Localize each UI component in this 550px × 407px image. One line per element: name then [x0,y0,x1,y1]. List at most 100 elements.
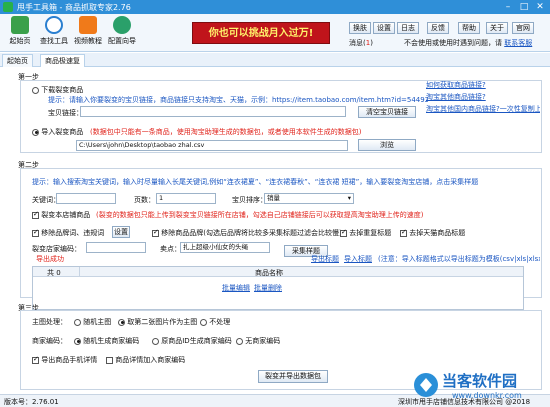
main-image-second-row[interactable]: 取第二张图片作为主图 [118,317,197,327]
log-button[interactable]: 日志 [397,22,419,34]
step2-hint: 提示：输入搜索淘宝关键词，输入时尽量输入长尾关键词,例如“连衣裙夏”、“连衣裙春… [32,178,479,186]
brand-settings-button[interactable]: 设置 [112,226,130,238]
sort-label: 宝贝排序： [232,196,267,204]
promo-banner[interactable]: 你也可以挑战月入过万! [192,22,330,44]
chk-mobile-detail[interactable] [32,355,39,364]
settings-button[interactable]: 设置 [373,22,395,34]
app-logo-icon [3,2,13,12]
chk-tmall-title[interactable] [400,228,407,237]
tab-product-fission[interactable]: 商品极速复 [40,54,85,67]
baby-link-label: 宝贝链接： [48,109,83,117]
help-tip-text: 不会使用或使用时遇到问题，请 [404,39,502,47]
radio-download-row[interactable]: 下载裂变商品 [32,85,83,95]
close-icon[interactable]: ✕ [532,1,548,13]
code-none-row[interactable]: 无商家编码 [236,336,280,346]
more-links-link[interactable]: 淘宝其他国内商品链接?一次性复制上传几个商品? [426,104,540,114]
radio-import-label: 导入裂变商品 [41,128,84,136]
radio-main-random[interactable] [74,318,81,326]
file-path-input[interactable]: C:\Users\john\Desktop\taobao zhal.csv [76,140,348,151]
code-original-row[interactable]: 原商品ID生成商家编码 [152,336,232,346]
radio-import-row[interactable]: 导入裂变商品 [32,127,83,137]
sell-point-label: 卖点： [160,245,181,253]
chk-add-code-row[interactable]: 商品详情加入商家编码 [106,355,185,365]
main-image-none-row[interactable]: 不处理 [200,317,230,327]
radio-main-random-label: 随机主图 [83,318,112,326]
import-title-link[interactable]: 导入标题 [344,254,372,264]
chk-dedupe[interactable] [340,228,347,237]
chk-fission-shop[interactable] [32,210,39,219]
tab-bar: 起始页 商品极速复 [0,53,550,67]
shop-code-input[interactable] [86,242,146,253]
toolbar-wizard-button[interactable]: 配置向导 [106,16,138,52]
toolbar-home-button[interactable]: 起始页 [4,16,36,52]
how-get-link[interactable]: 如何获取商品链接? [426,80,486,90]
help-button[interactable]: 帮助 [458,22,480,34]
chk-add-code-label: 商品详情加入商家编码 [115,356,186,364]
export-title-link[interactable]: 导出标题 [311,254,339,264]
baby-link-input[interactable] [80,106,346,117]
radio-code-random-label: 随机生成商家编码 [83,337,140,345]
radio-main-none[interactable] [200,318,207,326]
other-links-link[interactable]: 淘宝其他商品链接? [426,92,486,102]
toolbar-label: 查找工具 [40,37,68,45]
toolbar-find-tool-button[interactable]: 查找工具 [38,16,70,52]
export-success-text: 导出成功 [36,255,64,263]
toolbar-label: 视频教程 [74,37,102,45]
step1-hint: 提示：请输入你要裂变的宝贝链接，商品链接只支持淘宝、天猫，示例：https://… [48,95,428,105]
radio-code-random[interactable] [74,337,81,345]
chk-fission-shop-row[interactable]: 裂变本店铺商品 [32,210,90,220]
tab-label: 商品极速复 [45,57,80,65]
contact-support-link[interactable]: 联系客服 [504,39,532,47]
chk-tmall-title-row[interactable]: 去掉天猫商品标题 [400,228,465,238]
chk-add-code[interactable] [106,356,113,364]
sort-select[interactable]: 销量 ▾ [264,193,354,204]
radio-import[interactable] [32,128,39,136]
search-icon [45,16,63,34]
downkr-watermark-logo: 当客软件园 www.downkr.com [414,372,522,400]
toolbar-video-button[interactable]: 视频教程 [72,16,104,52]
radio-download[interactable] [32,86,39,94]
maximize-icon[interactable]: □ [516,1,532,13]
batch-delete-link[interactable]: 批量删除 [254,283,282,293]
code-random-row[interactable]: 随机生成商家编码 [74,336,139,346]
radio-code-original[interactable] [152,337,159,345]
watermark-url: www.downkr.com [452,391,522,400]
clear-baby-link-button[interactable]: 清空宝贝链接 [358,106,416,118]
chk-remove-brand[interactable] [32,228,39,237]
keyword-input[interactable] [56,193,116,204]
chk-mobile-row[interactable]: 导出商品手机详情 [32,355,97,365]
message-indicator[interactable]: 消息(1) [349,38,373,48]
radio-download-label: 下载裂变商品 [41,86,84,94]
fission-shop-note: (裂变的数据包只能上传到裂变宝贝链接所在店铺，勾选自己店铺链接后可以获取提高淘宝… [96,211,424,219]
grid-name-header: 商品名称 [255,269,283,277]
pages-label: 页数： [134,196,155,204]
radio-code-original-label: 原商品ID生成商家编码 [161,337,232,345]
step1-hint-example: https://item.taobao.com/item.htm?id=5449… [272,96,428,104]
radio-main-second-label: 取第二张图片作为主图 [127,318,198,326]
about-button[interactable]: 关于 [486,22,508,34]
grid-count-header: 共 0 [47,269,61,277]
sell-point-input[interactable]: 扎上超级小仙女的头绳 [180,242,270,253]
start-export-button[interactable]: 裂变并导出数据包 [258,370,328,383]
pages-input[interactable]: 1 [156,193,216,204]
batch-edit-link[interactable]: 批量编辑 [222,283,250,293]
chk-dedupe-row[interactable]: 去掉重复标题 [340,228,391,238]
main-image-label: 主图处理： [32,318,67,326]
browse-button[interactable]: 浏览 [358,139,416,151]
tab-start-page[interactable]: 起始页 [2,54,33,67]
skin-button[interactable]: 换肤 [349,22,371,34]
chk-remove-title-row[interactable]: 移除商品品牌(勾选后品牌将比较多采集标题过滤会比较慢) [152,228,342,238]
radio-main-second[interactable] [118,318,125,326]
grid-header: 共 0 商品名称 [33,267,523,277]
chk-fission-shop-label: 裂变本店铺商品 [41,211,91,219]
radio-code-none-label: 无商家编码 [245,337,281,345]
minimize-icon[interactable]: – [500,1,516,13]
chk-remove-brand-row[interactable]: 移除品牌词、违规词 [32,228,104,238]
main-image-random-row[interactable]: 随机主图 [74,317,111,327]
website-button[interactable]: 官网 [512,22,534,34]
chk-remove-title[interactable] [152,228,159,237]
feedback-button[interactable]: 反馈 [427,22,449,34]
tab-label: 起始页 [7,57,28,65]
radio-code-none[interactable] [236,337,243,345]
import-format-note: (注意：导入标题格式以导出标题为模板(csv|xls|xlsx)) [378,255,540,263]
